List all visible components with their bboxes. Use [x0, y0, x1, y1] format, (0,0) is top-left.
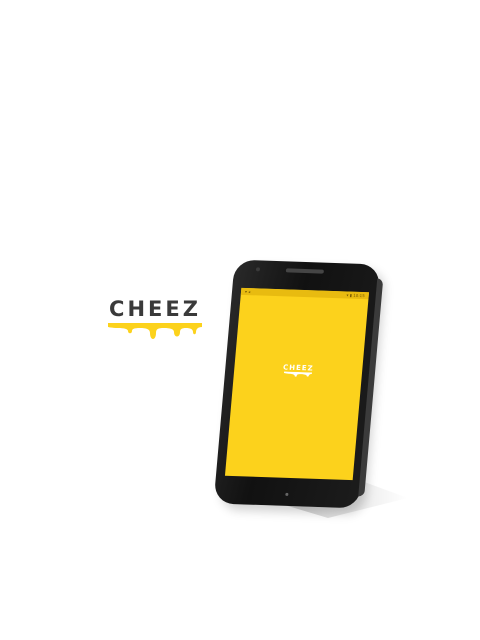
splash-wordmark: CHEEZ — [282, 363, 315, 373]
showcase-stage: CHEEZ ▾ ◂ ▾ ▮ 10:15 CHEEZ — [0, 0, 480, 640]
splash-drip-icon — [283, 371, 313, 377]
phone-screen[interactable]: ▾ ◂ ▾ ▮ 10:15 CHEEZ — [224, 287, 370, 481]
phone-body: ▾ ◂ ▾ ▮ 10:15 CHEEZ — [213, 259, 384, 509]
phone-mockup: ▾ ◂ ▾ ▮ 10:15 CHEEZ — [0, 0, 480, 640]
splash-logo: CHEEZ — [282, 363, 315, 377]
home-indicator[interactable] — [285, 492, 289, 496]
status-icons-left: ▾ ◂ — [244, 288, 251, 295]
earpiece-speaker — [285, 268, 324, 274]
status-clock: ▾ ▮ 10:15 — [346, 292, 365, 299]
front-camera-icon — [255, 267, 261, 272]
status-bar: ▾ ◂ ▾ ▮ 10:15 — [240, 287, 370, 300]
